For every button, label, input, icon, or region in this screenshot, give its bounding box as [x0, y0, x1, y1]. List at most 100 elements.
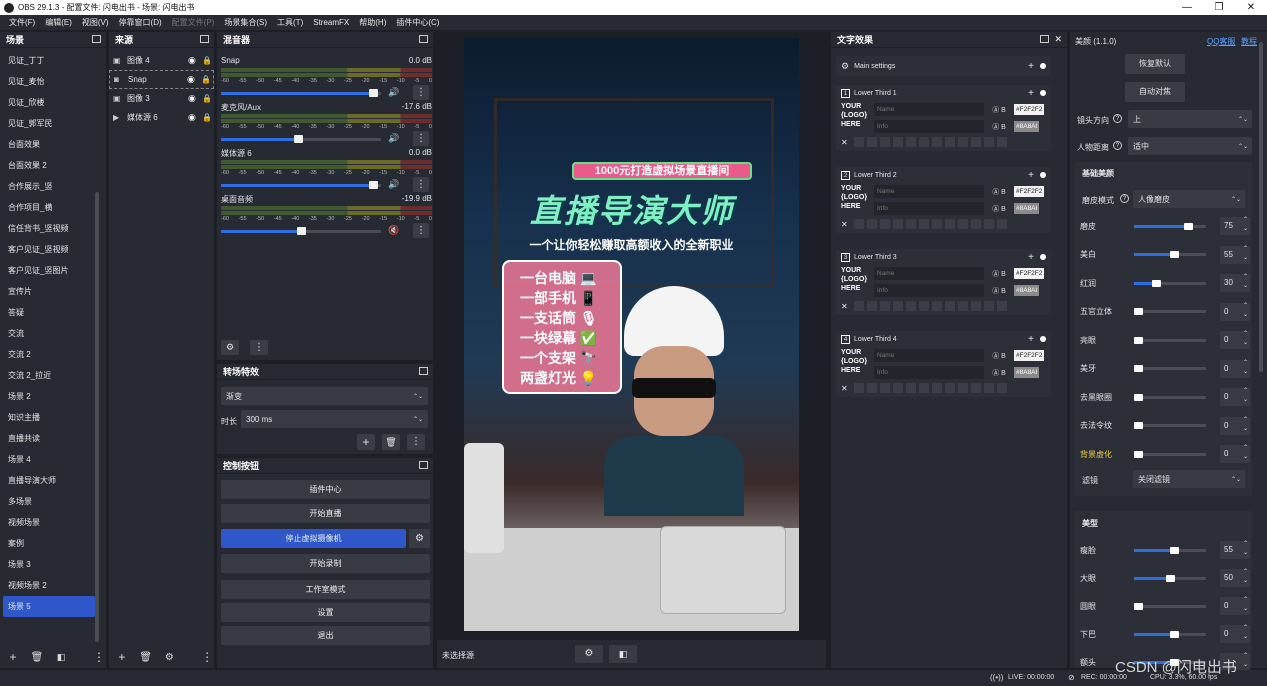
- preset-slot[interactable]: [931, 383, 942, 393]
- scene-item[interactable]: 答疑: [3, 302, 95, 323]
- scene-item[interactable]: 场景 2: [3, 386, 95, 407]
- eye-icon[interactable]: ◉: [187, 74, 201, 85]
- close-icon[interactable]: ✕: [1054, 34, 1062, 45]
- more-icon[interactable]: ⋮: [413, 223, 429, 238]
- preset-slot[interactable]: [918, 219, 929, 229]
- scene-item[interactable]: 见证_麦怡: [3, 71, 95, 92]
- more-icon[interactable]: ⋮: [413, 177, 429, 192]
- beauty-slider[interactable]: [1134, 365, 1206, 372]
- scene-item[interactable]: 台面效果: [3, 134, 95, 155]
- more-icon[interactable]: ⋮: [92, 650, 106, 664]
- name-input[interactable]: Name: [874, 103, 984, 116]
- scene-item[interactable]: 直播导演大师: [3, 470, 95, 491]
- preset-slot[interactable]: [892, 383, 903, 393]
- tutorial-link[interactable]: 教程: [1241, 36, 1257, 47]
- menu-profile[interactable]: 配置文件(P): [167, 17, 220, 28]
- close-icon[interactable]: ✕: [841, 384, 848, 393]
- info-input[interactable]: Info: [874, 366, 984, 379]
- more-icon[interactable]: ⋮: [407, 434, 425, 450]
- preset-slot[interactable]: [853, 383, 864, 393]
- font-style-icon[interactable]: Ⓐ B: [984, 187, 1014, 197]
- camera-direction-select[interactable]: 上 ⌃⌄: [1128, 110, 1252, 128]
- color-swatch[interactable]: #8A8AI: [1014, 121, 1040, 132]
- scene-item[interactable]: 场景 5: [3, 596, 95, 617]
- help-icon[interactable]: ?: [1113, 114, 1122, 123]
- font-style-icon[interactable]: Ⓐ B: [984, 122, 1014, 132]
- virtual-camera-settings-icon[interactable]: ⚙: [409, 529, 430, 548]
- close-icon[interactable]: ✕: [1235, 2, 1267, 13]
- slider-handle[interactable]: [1134, 393, 1143, 401]
- preset-slot[interactable]: [879, 301, 890, 311]
- scene-item[interactable]: 案例: [3, 533, 95, 554]
- preset-slot[interactable]: [853, 219, 864, 229]
- value-spinbox[interactable]: 30: [1220, 273, 1250, 292]
- preset-slot[interactable]: [983, 383, 994, 393]
- preset-slot[interactable]: [944, 219, 955, 229]
- scene-item[interactable]: 台面效果 2: [3, 155, 95, 176]
- value-spinbox[interactable]: 0: [1220, 596, 1250, 615]
- color-swatch[interactable]: #8A8AI: [1014, 285, 1040, 296]
- beauty-slider[interactable]: [1134, 279, 1206, 287]
- trash-icon[interactable]: 🗑: [382, 434, 400, 450]
- fader-handle[interactable]: [293, 135, 303, 143]
- lock-icon[interactable]: 🔒: [202, 56, 214, 65]
- scene-item[interactable]: 见证_丁丁: [3, 50, 95, 71]
- preset-slot[interactable]: [944, 383, 955, 393]
- preset-slot[interactable]: [957, 219, 968, 229]
- preset-slot[interactable]: [892, 137, 903, 147]
- source-item[interactable]: ▣ 图像 3 ◉ 🔒: [109, 89, 214, 108]
- menu-file[interactable]: 文件(F): [4, 17, 40, 28]
- font-style-icon[interactable]: Ⓐ B: [984, 286, 1014, 296]
- preset-slot[interactable]: [983, 137, 994, 147]
- preset-slot[interactable]: [892, 219, 903, 229]
- maximize-icon[interactable]: ❐: [1203, 2, 1235, 13]
- undock-icon[interactable]: [419, 35, 428, 43]
- filter-icon[interactable]: ◧: [54, 652, 68, 663]
- undock-icon[interactable]: [92, 35, 101, 43]
- color-swatch[interactable]: #8A8AI: [1014, 367, 1040, 378]
- info-input[interactable]: Info: [874, 202, 984, 215]
- toggle-dot-icon[interactable]: [1040, 63, 1046, 69]
- volume-fader[interactable]: 🔊 ⋮: [221, 131, 432, 146]
- menu-plugin-center[interactable]: 插件中心(C): [391, 17, 444, 28]
- color-swatch[interactable]: #F2F2F2: [1014, 268, 1045, 279]
- font-style-icon[interactable]: Ⓐ B: [984, 105, 1014, 115]
- scene-item[interactable]: 客户见证_竖图片: [3, 260, 95, 281]
- value-spinbox[interactable]: 75: [1220, 216, 1250, 235]
- value-spinbox[interactable]: 0: [1220, 416, 1250, 435]
- preset-slot[interactable]: [970, 219, 981, 229]
- preset-slot[interactable]: [970, 383, 981, 393]
- start-streaming-button[interactable]: 开始直播: [221, 504, 430, 523]
- preset-slot[interactable]: [996, 219, 1007, 229]
- preset-slot[interactable]: [866, 383, 877, 393]
- slider-handle[interactable]: [1134, 422, 1143, 429]
- menu-help[interactable]: 帮助(H): [354, 17, 391, 28]
- preset-slot[interactable]: [905, 137, 916, 147]
- scene-item[interactable]: 见证_郭军民: [3, 113, 95, 134]
- preset-slot[interactable]: [853, 301, 864, 311]
- more-icon[interactable]: ⋮: [200, 650, 214, 664]
- preset-slot[interactable]: [905, 301, 916, 311]
- color-swatch[interactable]: #8A8AI: [1014, 203, 1040, 214]
- scene-item[interactable]: 合作项目_横: [3, 197, 95, 218]
- stop-virtual-camera-button[interactable]: 停止虚拟摄像机: [221, 529, 406, 548]
- main-settings[interactable]: ⚙ Main settings +: [836, 56, 1051, 76]
- source-filters-icon[interactable]: ◧: [609, 645, 637, 663]
- value-spinbox[interactable]: 0: [1220, 302, 1250, 321]
- scene-item[interactable]: 客户见证_竖视频: [3, 239, 95, 260]
- font-style-icon[interactable]: Ⓐ B: [984, 351, 1014, 361]
- transition-select[interactable]: 渐变 ⌃⌄: [221, 387, 428, 405]
- beauty-slider[interactable]: [1134, 222, 1206, 230]
- name-input[interactable]: Name: [874, 349, 984, 362]
- beauty-slider[interactable]: [1134, 422, 1206, 429]
- scene-item[interactable]: 直播共读: [3, 428, 95, 449]
- trash-icon[interactable]: 🗑: [139, 652, 153, 663]
- scene-item[interactable]: 知识主播: [3, 407, 95, 428]
- slider-handle[interactable]: [1134, 602, 1143, 610]
- scrollbar[interactable]: [95, 192, 99, 642]
- preset-slot[interactable]: [957, 301, 968, 311]
- speaker-muted-icon[interactable]: 🔇: [388, 225, 399, 236]
- beauty-slider[interactable]: [1134, 574, 1206, 582]
- beauty-slider[interactable]: [1134, 602, 1206, 610]
- menu-streamfx[interactable]: StreamFX: [308, 18, 354, 27]
